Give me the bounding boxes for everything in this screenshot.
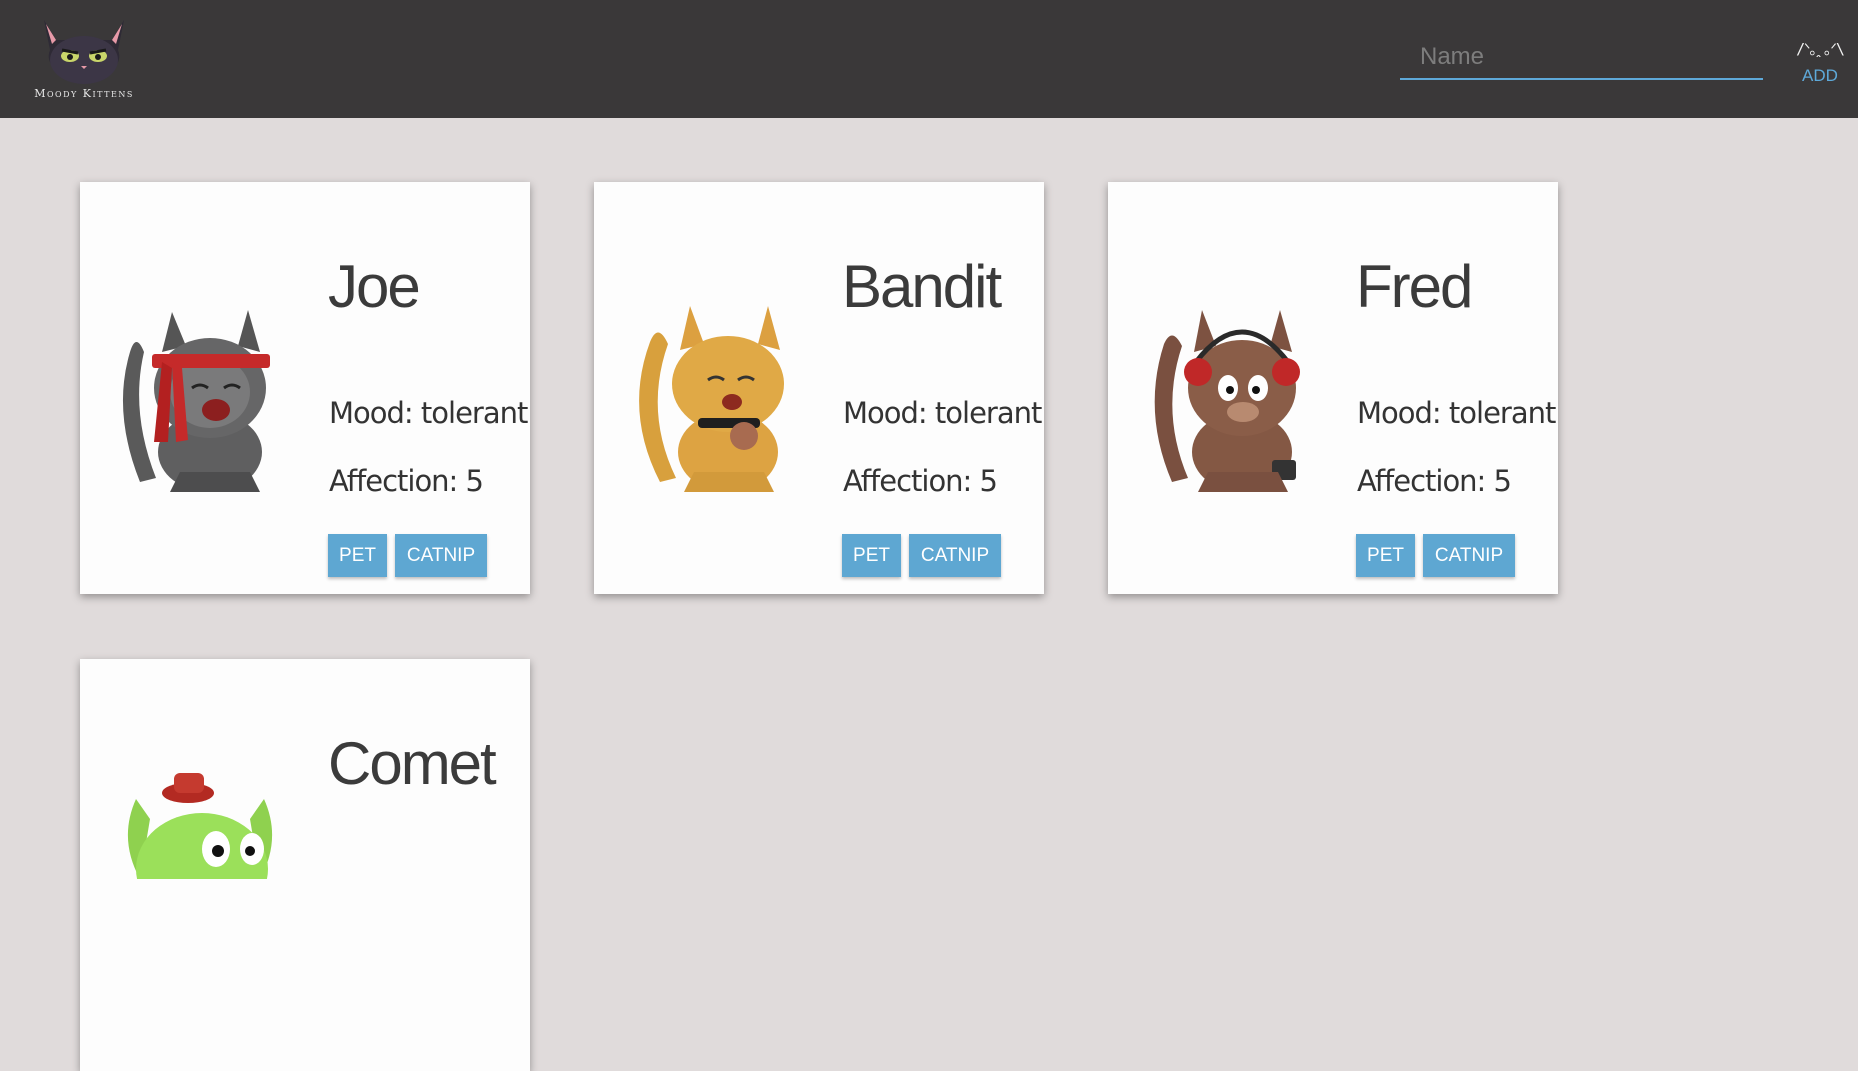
kitten-name: Bandit — [842, 253, 1002, 320]
black-cat-logo-icon — [44, 20, 124, 84]
kitten-affection: Affection: 5 — [329, 464, 484, 498]
add-button-label: ADD — [1802, 66, 1838, 85]
pet-button[interactable]: PET — [328, 534, 387, 577]
kitten-affection: Affection: 5 — [843, 464, 998, 498]
kitten-card: Bandit Mood: tolerant Affection: 5 PET C… — [594, 182, 1044, 594]
catnip-button[interactable]: CATNIP — [909, 534, 1001, 577]
name-input[interactable] — [1400, 36, 1763, 80]
cat-face-emoticon: /ᐠ｡ꞈ｡ᐟ\ — [1796, 40, 1845, 58]
gray-cat-red-headband-icon — [122, 310, 270, 492]
kitten-name: Fred — [1356, 253, 1473, 320]
kitten-mood: Mood: tolerant — [329, 396, 528, 430]
kitten-name: Comet — [328, 730, 497, 797]
kitten-card: Fred Mood: tolerant Affection: 5 PET CAT… — [1108, 182, 1558, 594]
kitten-card: Joe Mood: tolerant Affection: 5 PET CATN… — [80, 182, 530, 594]
top-bar: Moody Kittens /ᐠ｡ꞈ｡ᐟ\ ADD — [0, 0, 1858, 118]
kitten-mood: Mood: tolerant — [843, 396, 1042, 430]
kitten-affection: Affection: 5 — [1357, 464, 1512, 498]
add-kitten-button[interactable]: /ᐠ｡ꞈ｡ᐟ\ ADD — [1790, 34, 1850, 85]
brown-cat-headphones-icon — [1154, 310, 1300, 492]
kitten-mood: Mood: tolerant — [1357, 396, 1556, 430]
logo-text: Moody Kittens — [34, 87, 134, 100]
pet-button[interactable]: PET — [1356, 534, 1415, 577]
pet-button[interactable]: PET — [842, 534, 901, 577]
kitten-name: Joe — [328, 253, 421, 320]
logo: Moody Kittens — [16, 10, 152, 105]
orange-cat-collar-icon — [639, 306, 784, 492]
catnip-button[interactable]: CATNIP — [395, 534, 487, 577]
catnip-button[interactable]: CATNIP — [1423, 534, 1515, 577]
green-cat-red-hat-icon — [127, 773, 273, 879]
kitten-card: Comet — [80, 659, 530, 1071]
